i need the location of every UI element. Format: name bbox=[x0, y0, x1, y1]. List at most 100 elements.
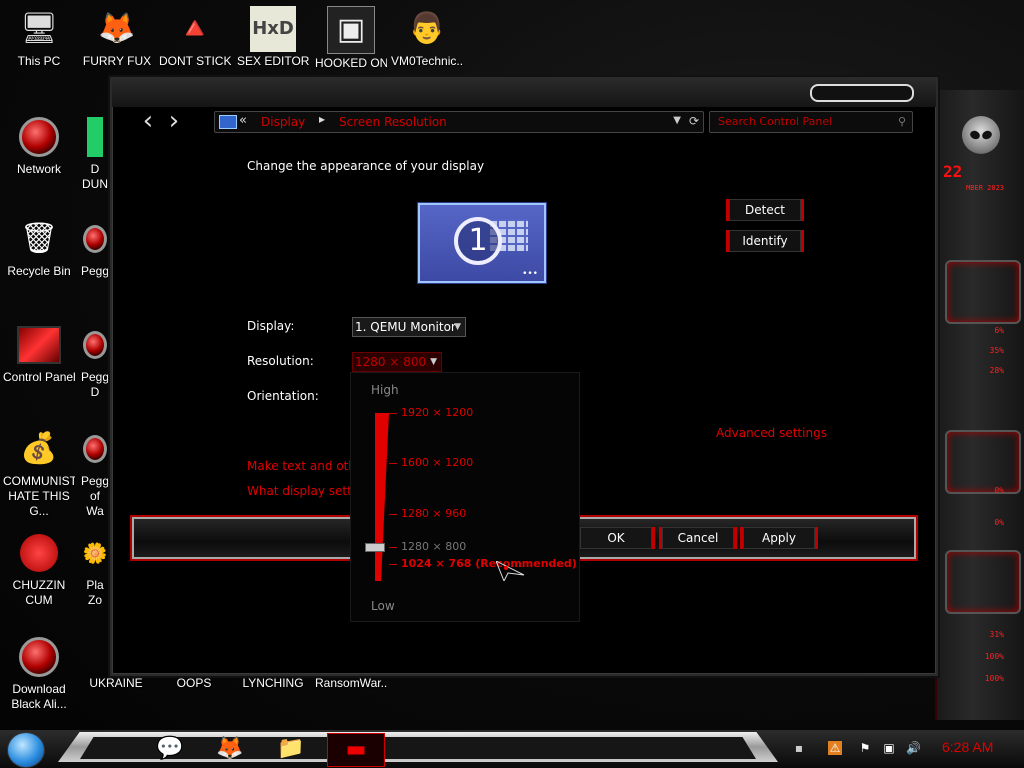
refresh-icon[interactable]: ⟳ bbox=[689, 114, 699, 128]
peggle-icon bbox=[83, 322, 107, 368]
address-bar[interactable]: « Display ▸ Screen Resolution ▼ ⟳ bbox=[214, 111, 704, 133]
desktop-icon-label: LYNCHING bbox=[242, 676, 304, 690]
desktop-icon-label: DONT STICK bbox=[159, 54, 231, 68]
resolution-option[interactable]: 1920 × 1200 bbox=[401, 406, 473, 419]
title-bar[interactable] bbox=[112, 79, 936, 107]
breadcrumb-screen-resolution[interactable]: Screen Resolution bbox=[339, 115, 447, 129]
gadget-percent: 0% bbox=[994, 518, 1004, 527]
volume-icon[interactable]: 🔊 bbox=[906, 741, 921, 755]
chevron-down-icon: ▼ bbox=[430, 357, 437, 367]
resolution-option[interactable]: 1600 × 1200 bbox=[401, 456, 473, 469]
gadget-day: 22 bbox=[943, 162, 963, 181]
resolution-slider-thumb[interactable] bbox=[365, 543, 385, 553]
resolution-option[interactable]: 1280 × 800 bbox=[401, 540, 466, 553]
chuzzle-icon bbox=[16, 530, 62, 576]
desktop-icon-label: Network bbox=[16, 162, 61, 176]
search-input[interactable]: Search Control Panel bbox=[718, 115, 832, 128]
breadcrumb-separator[interactable]: ▸ bbox=[319, 112, 325, 126]
computer-icon: 🖥 bbox=[19, 11, 59, 46]
start-button[interactable] bbox=[7, 732, 45, 768]
desktop-icon-label: Recycle Bin bbox=[7, 264, 71, 278]
clock[interactable]: 6:28 AM bbox=[942, 739, 993, 755]
desktop-icon-ransomware[interactable]: RansomWar... bbox=[315, 674, 387, 691]
hxd-icon: HxD bbox=[250, 6, 296, 52]
resolution-slider-track[interactable] bbox=[375, 413, 389, 581]
desktop-icon-label: UKRAINE bbox=[89, 676, 143, 690]
desktop-icon-hooked-on[interactable]: ▣ HOOKED ON bbox=[315, 6, 387, 71]
forward-button[interactable]: › bbox=[162, 108, 186, 135]
slider-tick bbox=[389, 547, 397, 549]
ok-button[interactable]: OK bbox=[580, 527, 652, 549]
app-icon bbox=[83, 114, 107, 160]
search-box[interactable]: Search Control Panel ⚲ bbox=[709, 111, 913, 133]
alien-logo-icon bbox=[962, 116, 1000, 154]
back-button[interactable]: ‹ bbox=[136, 108, 160, 135]
gadget-percent: 100% bbox=[984, 674, 1004, 683]
desktop-icon-this-pc[interactable]: 🖥 This PC bbox=[3, 6, 75, 69]
desktop-icon-hex-editor[interactable]: HxD SEX EDITOR bbox=[237, 6, 309, 69]
desktop-icon-lynching[interactable]: LYNCHING bbox=[237, 674, 309, 691]
resolution-option[interactable]: 1280 × 960 bbox=[401, 507, 466, 520]
slider-wedge bbox=[375, 413, 389, 581]
apply-button[interactable]: Apply bbox=[743, 527, 815, 549]
mouse-pointer-icon bbox=[495, 559, 525, 583]
desktop-icon-firefox[interactable]: 🦊 FURRY FUX bbox=[81, 6, 153, 69]
control-panel-icon bbox=[16, 322, 62, 368]
desktop-icon-download-black[interactable]: Download Black Ali... bbox=[3, 634, 75, 712]
update-icon[interactable]: ⚠ bbox=[828, 741, 842, 755]
desktop-icon-label: Pegg bbox=[80, 264, 110, 278]
system-monitor-gadget: 22 MBER 2023 6% 35% 28% 0% 0% 31% 100% 1… bbox=[935, 90, 1024, 720]
firefox-icon[interactable]: 🦊 bbox=[214, 733, 246, 765]
desktop-icon-label: VM0Technic... bbox=[391, 54, 463, 68]
monitor-icon bbox=[219, 115, 237, 129]
desktop-icon-label: Pegg D bbox=[80, 370, 110, 399]
slider-tick bbox=[389, 513, 397, 515]
desktop-icon-network[interactable]: Network bbox=[3, 114, 75, 177]
cancel-button[interactable]: Cancel bbox=[662, 527, 734, 549]
detect-button[interactable]: Detect bbox=[729, 199, 801, 221]
gadget-percent: 0% bbox=[994, 486, 1004, 495]
desktop-icon-control-panel[interactable]: Control Panel bbox=[3, 322, 75, 385]
desktop-icon-label: Download Black Ali... bbox=[11, 682, 67, 711]
chevron-down-icon[interactable]: ▼ bbox=[673, 115, 681, 126]
messaging-app-icon[interactable]: 💬 bbox=[154, 733, 186, 765]
resolution-dropdown: High 1920 × 1200 1600 × 1200 1280 × 960 128… bbox=[350, 372, 580, 622]
money-bag-icon: 💰 bbox=[20, 431, 58, 466]
resolution-option[interactable]: 1024 × 768 (Recommended) bbox=[401, 557, 577, 570]
desktop-icon-partial[interactable]: D DUN bbox=[80, 114, 110, 192]
desktop-icon-oops[interactable]: OOPS bbox=[158, 674, 230, 691]
advanced-settings-link[interactable]: Advanced settings bbox=[716, 426, 827, 440]
desktop-icon-chuzzin[interactable]: CHUZZIN CUM bbox=[3, 530, 75, 608]
desktop-icon-vm0[interactable]: 👨 VM0Technic... bbox=[391, 6, 463, 69]
network-orb-icon bbox=[16, 114, 62, 160]
display-select[interactable]: 1. QEMU Monitor ▼ bbox=[352, 317, 466, 337]
monitor-preview[interactable]: 1 ••• bbox=[418, 203, 546, 283]
breadcrumb-display[interactable]: Display bbox=[261, 115, 305, 129]
firefox-icon: 🦊 bbox=[98, 11, 136, 46]
window-controls[interactable] bbox=[810, 84, 914, 102]
person-icon: 👨 bbox=[408, 11, 446, 46]
desktop-icon-partial[interactable]: Pegg of Wa bbox=[80, 426, 110, 519]
identify-button[interactable]: Identify bbox=[729, 230, 801, 252]
control-panel-taskbar-icon[interactable]: ▬ bbox=[327, 733, 385, 767]
desktop-icon-label: D DUN bbox=[82, 162, 108, 191]
desktop-icon-vlc[interactable]: 🔺 DONT STICK bbox=[159, 6, 231, 69]
desktop-icon-communists[interactable]: 💰 COMMUNISTS HATE THIS G... bbox=[3, 426, 75, 519]
breadcrumb-overflow[interactable]: « bbox=[239, 113, 247, 128]
desktop-icon-partial[interactable]: Pegg bbox=[80, 216, 110, 279]
file-explorer-icon[interactable]: 📁 bbox=[275, 733, 307, 765]
gadget-percent: 35% bbox=[989, 346, 1004, 355]
desktop-icon-ukraine[interactable]: UKRAINE bbox=[80, 674, 152, 691]
flag-icon[interactable]: ⚑ bbox=[858, 741, 872, 755]
network-icon[interactable]: ▣ bbox=[882, 741, 896, 755]
slider-tick bbox=[389, 463, 397, 465]
peggle-icon bbox=[83, 216, 107, 262]
desktop-icon-label: COMMUNISTS HATE THIS G... bbox=[3, 474, 75, 518]
search-icon[interactable]: ⚲ bbox=[898, 115, 906, 128]
desktop-icon-partial[interactable]: 🌼 Pla Zo bbox=[80, 530, 110, 608]
resolution-select[interactable]: 1280 × 800 ▼ bbox=[352, 352, 442, 372]
desktop-icon-partial[interactable]: Pegg D bbox=[80, 322, 110, 400]
recycle-bin-icon: 🗑 bbox=[19, 221, 59, 256]
show-hidden-icon[interactable]: ▪ bbox=[792, 741, 806, 755]
desktop-icon-recycle-bin[interactable]: 🗑 Recycle Bin bbox=[3, 216, 75, 279]
